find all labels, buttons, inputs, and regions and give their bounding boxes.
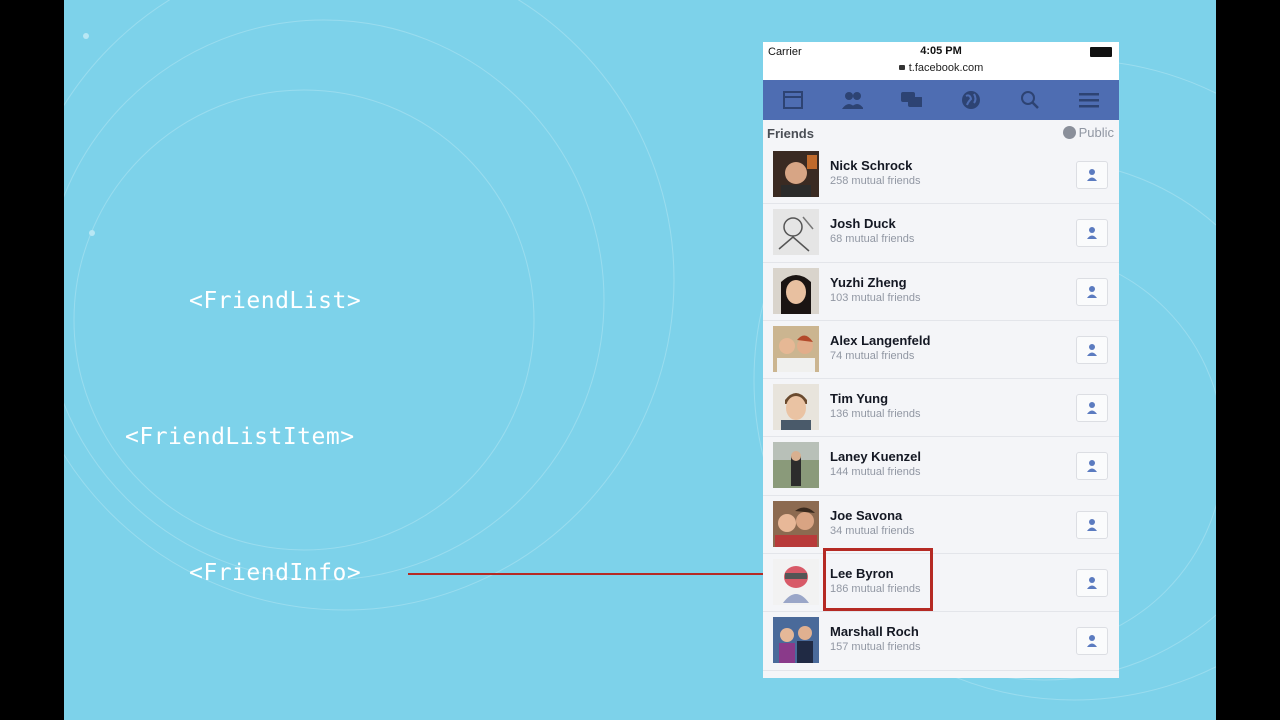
url-text: t.facebook.com [908,62,984,74]
add-friend-icon [1087,343,1097,356]
add-friend-icon [1087,518,1097,531]
add-friend-button[interactable] [1076,161,1108,189]
mutual-friends-count: 103 mutual friends [830,291,921,304]
add-friend-icon [1087,402,1097,415]
friend-avatar[interactable] [773,325,819,372]
friend-list-item[interactable]: Joe Savona 34 mutual friends [763,496,1119,555]
add-friend-button[interactable] [1076,394,1108,423]
friend-list-item[interactable]: Lee Byron 186 mutual friends [763,554,1119,613]
friend-list-item[interactable]: Laney Kuenzel 144 mutual friends [763,437,1119,496]
friend-avatar[interactable] [773,151,819,197]
add-friend-icon [1087,227,1097,240]
friend-info-label: <FriendInfo> [189,560,362,586]
slide: <FriendList> <FriendListItem> <FriendInf… [64,0,1216,720]
news-feed-icon[interactable] [782,89,804,111]
search-icon[interactable] [1019,89,1041,111]
mutual-friends-count: 74 mutual friends [830,349,915,362]
globe-icon[interactable] [960,89,982,111]
add-friend-icon [1087,635,1097,648]
friend-list-label: <FriendList> [189,288,362,314]
friend-name[interactable]: Tim Yung [830,391,888,406]
friend-avatar[interactable] [773,442,819,489]
lock-icon [898,65,905,70]
friend-avatar[interactable] [773,617,819,664]
friend-name[interactable]: Laney Kuenzel [830,449,921,464]
friend-name[interactable]: Josh Duck [830,216,896,231]
mutual-friends-count: 136 mutual friends [830,408,921,421]
add-friend-icon [1087,169,1097,181]
privacy-label: Public [1078,125,1114,140]
mutual-friends-count: 144 mutual friends [830,466,921,479]
add-friend-button[interactable] [1076,569,1108,598]
mutual-friends-count: 34 mutual friends [830,524,915,537]
friend-list: Nick Schrock 258 mutual friends Josh Duc… [763,146,1119,671]
section-title: Friends [767,126,814,141]
status-bar: Carrier 4:05 PM t.facebook.com [763,42,1119,80]
friend-name[interactable]: Marshall Roch [830,624,919,639]
friend-name[interactable]: Joe Savona [830,508,902,523]
add-friend-icon [1087,577,1097,590]
address-bar[interactable]: t.facebook.com [763,62,1119,74]
add-friend-button[interactable] [1076,277,1108,306]
friend-name[interactable]: Alex Langenfeld [830,333,930,348]
friend-name[interactable]: Yuzhi Zheng [830,275,907,290]
nav-bar [763,80,1119,120]
add-friend-button[interactable] [1076,510,1108,539]
friend-list-item-label: <FriendListItem> [125,424,355,450]
add-friend-button[interactable] [1076,627,1108,656]
friend-avatar[interactable] [773,209,819,256]
friends-icon[interactable] [841,89,863,111]
add-friend-icon [1087,285,1097,298]
privacy-selector[interactable]: Public [1062,125,1114,140]
clock: 4:05 PM [920,45,962,57]
add-friend-button[interactable] [1076,219,1108,248]
friend-list-item[interactable]: Yuzhi Zheng 103 mutual friends [763,263,1119,321]
mutual-friends-count: 157 mutual friends [830,641,921,654]
friend-avatar[interactable] [773,267,819,314]
friend-avatar[interactable] [773,384,819,431]
public-globe-icon [1062,126,1076,139]
friend-list-item[interactable]: Josh Duck 68 mutual friends [763,204,1119,263]
friend-list-item[interactable]: Alex Langenfeld 74 mutual friends [763,321,1119,380]
friend-list-item[interactable]: Nick Schrock 258 mutual friends [763,146,1119,205]
friend-info-highlight [823,548,933,611]
add-friend-button[interactable] [1076,452,1108,481]
menu-icon[interactable] [1078,89,1100,111]
battery-icon [1090,47,1112,57]
mutual-friends-count: 258 mutual friends [830,175,921,187]
friend-name[interactable]: Nick Schrock [830,158,912,173]
friend-list-item[interactable]: Marshall Roch 157 mutual friends [763,612,1119,671]
friend-avatar[interactable] [773,559,819,606]
friend-avatar[interactable] [773,500,819,547]
friends-section-header: Friends Public [763,120,1119,146]
phone-screen: Carrier 4:05 PM t.facebook.com Friends P… [763,42,1119,678]
add-friend-button[interactable] [1076,335,1108,364]
mutual-friends-count: 68 mutual friends [830,233,915,246]
messages-icon[interactable] [900,89,923,111]
friend-list-item[interactable]: Tim Yung 136 mutual friends [763,379,1119,438]
add-friend-icon [1087,460,1097,473]
